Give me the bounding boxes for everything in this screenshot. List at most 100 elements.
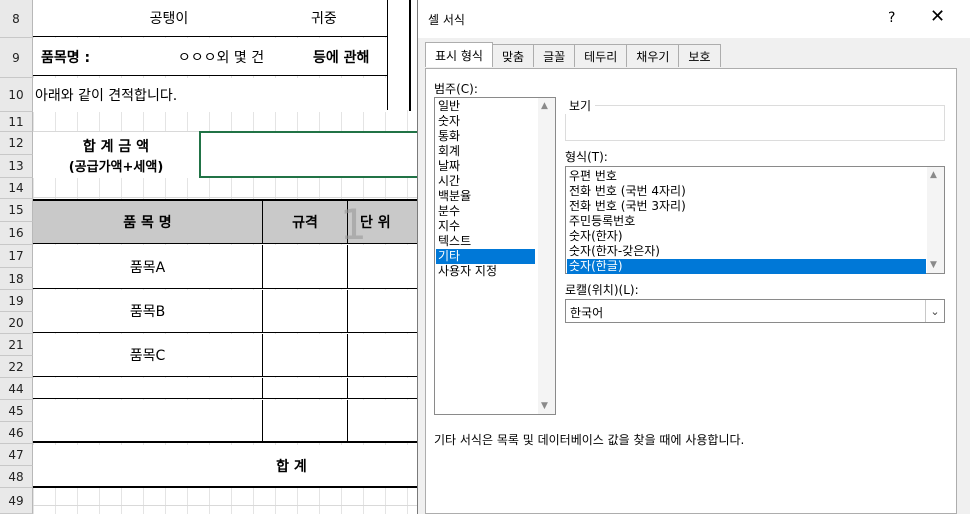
unit-cell[interactable]	[348, 245, 420, 289]
category-item-selected[interactable]: 기타	[436, 249, 535, 264]
total-amount-label-cell[interactable]: 합 계 금 액 (공급가액+세액)	[33, 132, 199, 178]
type-item[interactable]: 숫자(한자-갖은자)	[569, 244, 660, 259]
sum-label: 합 계	[276, 458, 307, 475]
type-item[interactable]: 숫자(한자)	[569, 229, 623, 244]
spec-cell[interactable]	[263, 334, 348, 377]
locale-select[interactable]: 한국어 ⌄	[565, 299, 945, 323]
unit-cell[interactable]	[348, 334, 420, 377]
spreadsheet[interactable]: 8 9 10 11 12 13 14 15 16 17 18 19 20 21 …	[0, 0, 420, 514]
empty-item-cell[interactable]	[33, 400, 263, 443]
type-item[interactable]: 주민등록번호	[569, 214, 635, 229]
category-item[interactable]: 날짜	[438, 159, 460, 174]
item-value-cell[interactable]: ㅇㅇㅇ외 몇 건	[137, 38, 305, 76]
type-item[interactable]: 전화 번호 (국번 4자리)	[569, 184, 686, 199]
close-icon[interactable]: ✕	[930, 6, 945, 27]
category-item[interactable]: 텍스트	[438, 234, 471, 249]
intro-text: 아래와 같이 견적합니다.	[35, 88, 178, 104]
row-header[interactable]: 15	[0, 199, 33, 222]
sum-row-cell[interactable]: 합 계	[33, 445, 420, 488]
item-value-text: ㅇㅇㅇ외 몇 건	[177, 49, 265, 66]
category-item[interactable]: 지수	[438, 219, 460, 234]
total-amount-cell[interactable]	[199, 131, 420, 178]
unit-cell[interactable]	[348, 290, 420, 333]
unit-cell[interactable]	[348, 400, 420, 443]
row-header[interactable]: 16	[0, 222, 33, 245]
help-button[interactable]: ?	[888, 10, 895, 26]
format-description: 기타 서식은 목록 및 데이터베이스 값을 찾을 때에 사용합니다.	[434, 433, 745, 447]
item-b-cell[interactable]: 품목B	[33, 290, 263, 333]
scroll-down-icon[interactable]: ▼	[930, 260, 937, 270]
dialog-titlebar[interactable]: 셀 서식 ? ✕	[418, 0, 970, 38]
tab-protection[interactable]: 보호	[678, 44, 721, 67]
category-item[interactable]: 분수	[438, 204, 460, 219]
number-format-panel: 범주(C): 일반 숫자 통화 회계 날짜 시간 백분율 분수 지수 텍스트 기…	[425, 68, 957, 514]
column-item-header[interactable]: 품 목 명	[33, 199, 263, 244]
chevron-down-icon[interactable]: ⌄	[925, 300, 944, 322]
item-a-text: 품목A	[129, 259, 166, 276]
row-header[interactable]: 21	[0, 334, 33, 356]
honorific-cell[interactable]: 귀중	[305, 0, 387, 37]
dialog-title: 셀 서식	[428, 13, 465, 27]
item-a-cell[interactable]: 품목A	[33, 245, 263, 289]
row-header[interactable]: 19	[0, 290, 33, 312]
row-header[interactable]: 22	[0, 356, 33, 378]
unit-cell[interactable]	[348, 378, 420, 399]
item-label-cell[interactable]: 품목명 :	[33, 38, 137, 76]
scroll-up-icon[interactable]: ▲	[541, 101, 548, 111]
recipient-text: 공탱이	[149, 11, 189, 27]
row-header[interactable]: 44	[0, 378, 33, 400]
row-header[interactable]: 49	[0, 488, 33, 514]
row-header[interactable]: 9	[0, 38, 33, 78]
tab-font[interactable]: 글꼴	[533, 44, 576, 67]
type-item[interactable]: 전화 번호 (국번 3자리)	[569, 199, 686, 214]
row-header[interactable]: 13	[0, 155, 33, 178]
row-header[interactable]: 45	[0, 400, 33, 422]
category-item[interactable]: 백분율	[438, 189, 471, 204]
category-item[interactable]: 사용자 지정	[438, 264, 497, 279]
spec-cell[interactable]	[263, 400, 348, 443]
row-header[interactable]: 47	[0, 444, 33, 466]
spec-cell[interactable]	[263, 378, 348, 399]
type-list[interactable]: 우편 번호 전화 번호 (국번 4자리) 전화 번호 (국번 3자리) 주민등록…	[565, 166, 945, 274]
column-spec-text: 규격	[292, 215, 318, 231]
category-item[interactable]: 숫자	[438, 114, 460, 129]
row-header[interactable]: 11	[0, 112, 33, 132]
regarding-cell[interactable]: 등에 관해	[305, 38, 387, 76]
type-item[interactable]: 우편 번호	[569, 169, 617, 184]
tab-alignment[interactable]: 맞춤	[491, 44, 535, 67]
scroll-up-icon[interactable]: ▲	[930, 170, 937, 180]
category-item[interactable]: 시간	[438, 174, 460, 189]
category-scrollbar[interactable]: ▲ ▼	[538, 98, 555, 414]
preview-label: 보기	[565, 97, 596, 114]
row-header[interactable]: 12	[0, 132, 33, 155]
bordered-cell[interactable]	[387, 0, 409, 110]
tab-number-format[interactable]: 표시 형식	[425, 42, 493, 67]
row-header[interactable]: 18	[0, 268, 33, 290]
row-header[interactable]: 10	[0, 78, 33, 112]
type-scrollbar[interactable]: ▲ ▼	[927, 167, 944, 273]
intro-cell[interactable]: 아래와 같이 견적합니다.	[33, 78, 387, 112]
type-item-selected[interactable]: 숫자(한글)	[567, 259, 926, 274]
row-header[interactable]: 46	[0, 422, 33, 444]
format-cells-dialog: 셀 서식 ? ✕ 표시 형식 맞춤 글꼴 테두리 채우기 보호 범주(C): 일…	[417, 0, 970, 514]
row-header[interactable]: 17	[0, 245, 33, 268]
column-spec-header[interactable]: 규격	[263, 199, 348, 244]
scroll-down-icon[interactable]: ▼	[541, 401, 548, 411]
category-item[interactable]: 일반	[438, 99, 460, 114]
row-header[interactable]: 8	[0, 0, 33, 38]
category-list[interactable]: 일반 숫자 통화 회계 날짜 시간 백분율 분수 지수 텍스트 기타 사용자 지…	[434, 97, 556, 415]
item-b-text: 품목B	[129, 304, 166, 320]
spec-cell[interactable]	[263, 245, 348, 289]
regarding-text: 등에 관해	[313, 49, 370, 66]
tab-fill[interactable]: 채우기	[626, 44, 680, 67]
tab-border[interactable]: 테두리	[574, 44, 628, 67]
row-header[interactable]: 48	[0, 466, 33, 488]
category-item[interactable]: 통화	[438, 129, 460, 144]
row-header[interactable]: 20	[0, 312, 33, 334]
spec-cell[interactable]	[263, 290, 348, 333]
category-item[interactable]: 회계	[438, 144, 460, 159]
empty-item-cell[interactable]	[33, 378, 263, 399]
recipient-cell[interactable]: 공탱이	[33, 0, 305, 37]
row-header[interactable]: 14	[0, 178, 33, 199]
item-c-cell[interactable]: 품목C	[33, 334, 263, 377]
